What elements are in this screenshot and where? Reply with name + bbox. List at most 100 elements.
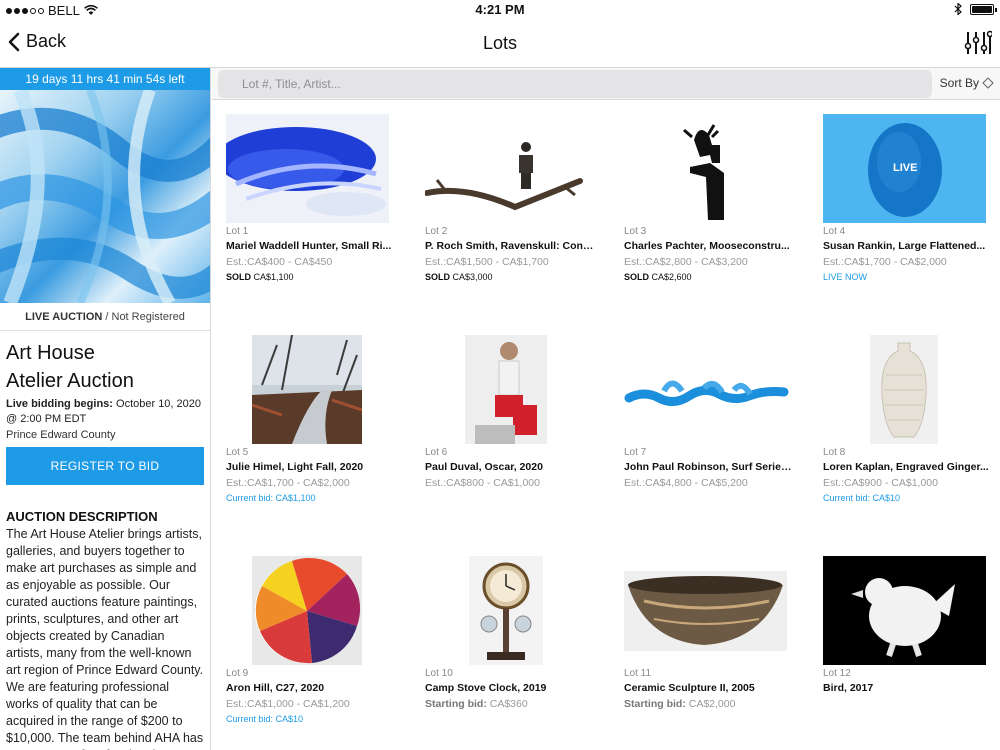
lot-title: John Paul Robinson, Surf Series...: [624, 461, 794, 473]
lot-thumbnail: [823, 556, 986, 665]
lot-thumbnail: [624, 556, 794, 666]
lot-thumbnail: [425, 556, 595, 666]
auction-title: Art House Atelier Auction: [0, 331, 210, 395]
lot-title: Camp Stove Clock, 2019: [425, 682, 547, 694]
lot-status-label: Current bid:: [226, 714, 274, 724]
lot-estimate: Est.:CA$1,700 - CA$2,000: [226, 477, 350, 489]
auction-location: Prince Edward County: [6, 429, 116, 441]
lot-number: Lot 10: [425, 668, 453, 679]
lot-status: LIVE NOW: [823, 272, 867, 282]
filter-sliders-icon[interactable]: [964, 28, 992, 58]
search-bar: Sort By: [212, 68, 1000, 100]
auction-title-line2: Atelier Auction: [6, 370, 134, 392]
register-to-bid-button[interactable]: REGISTER TO BID: [6, 447, 204, 485]
lot-status-label: Current bid:: [823, 493, 871, 503]
bidding-begins: Live bidding begins: October 10, 2020 @ …: [0, 395, 210, 427]
lot-number: Lot 7: [624, 447, 647, 458]
lot-thumbnail: [226, 114, 389, 223]
lot-estimate: Est.:CA$1,500 - CA$1,700: [425, 256, 549, 268]
lot-status-label: Current bid:: [226, 493, 274, 503]
lot-title: Julie Himel, Light Fall, 2020: [226, 461, 364, 473]
live-overlay-label: LIVE: [893, 162, 918, 174]
bluetooth-icon: [954, 3, 962, 15]
lot-estimate: Est.:CA$2,800 - CA$3,200: [624, 256, 748, 268]
lot-number: Lot 9: [226, 668, 249, 679]
lot-estimate: Est.:CA$800 - CA$1,000: [425, 477, 540, 489]
lot-status-label: SOLD: [226, 272, 252, 282]
status-bar: BELL 4:21 PM: [0, 0, 1000, 20]
lot-status-label: SOLD: [425, 272, 451, 282]
lot-title: Bird, 2017: [823, 682, 874, 694]
lot-thumbnail: [425, 114, 595, 224]
lot-number: Lot 1: [226, 226, 249, 237]
lot-thumbnail: [624, 114, 794, 224]
lot-number: Lot 12: [823, 668, 851, 679]
lot-status-value: CA$1,100: [273, 493, 316, 503]
lot-thumbnail: [823, 335, 993, 445]
lot-estimate: Est.:CA$4,800 - CA$5,200: [624, 477, 748, 489]
description-body: The Art House Atelier brings artists, ga…: [6, 527, 204, 750]
lot-title: Aron Hill, C27, 2020: [226, 682, 325, 694]
lot-status: SOLD CA$2,600: [624, 272, 692, 282]
lot-number: Lot 3: [624, 226, 647, 237]
lot-status-label: LIVE NOW: [823, 272, 868, 282]
starting-bid-value: CA$360: [486, 698, 528, 710]
lot-thumbnail: [226, 335, 396, 445]
lot-status-value: CA$10: [870, 493, 901, 503]
lot-number: Lot 4: [823, 226, 846, 237]
auction-title-line1: Art House: [6, 342, 95, 364]
auction-status: LIVE AUCTION / Not Registered: [0, 303, 210, 331]
battery-icon: [970, 3, 997, 15]
lots-grid: Lot 1 Mariel Waddell Hunter, Small Ri...…: [212, 101, 1000, 750]
lot-number: Lot 2: [425, 226, 448, 237]
page-title: Lots: [482, 33, 518, 53]
starting-bid-label: Starting bid:: [425, 698, 487, 710]
lot-estimate: Est.:CA$1,000 - CA$1,200: [226, 698, 350, 710]
starting-bid-value: CA$2,000: [685, 698, 736, 710]
lot-status: SOLD CA$1,100: [226, 272, 294, 282]
lot-status: Current bid: CA$10: [226, 714, 303, 724]
lot-status: Current bid: CA$1,100: [226, 493, 316, 503]
bidding-begins-label: Live bidding begins:: [6, 398, 113, 410]
description-heading: AUCTION DESCRIPTION: [6, 509, 158, 524]
auction-hero-image: [0, 90, 210, 303]
lot-status: Current bid: CA$10: [823, 493, 900, 503]
lot-thumbnail: [226, 556, 396, 666]
lot-number: Lot 11: [624, 668, 652, 679]
lot-thumbnail: LIVE: [823, 114, 986, 223]
lot-status-value: CA$3,000: [450, 272, 493, 282]
lot-estimate: Est.:CA$900 - CA$1,000: [823, 477, 938, 489]
lot-status-value: CA$10: [273, 714, 304, 724]
sort-diamond-icon: [982, 77, 994, 89]
lot-estimate: Est.:CA$1,700 - CA$2,000: [823, 256, 947, 268]
lot-number: Lot 5: [226, 447, 249, 458]
countdown-timer: 19 days 11 hrs 41 min 54s left: [0, 68, 210, 90]
lot-status: SOLD CA$3,000: [425, 272, 493, 282]
lot-thumbnail: [425, 335, 595, 445]
lot-number: Lot 6: [425, 447, 448, 458]
clock-time: 4:21 PM: [475, 2, 525, 17]
lot-title: Charles Pachter, Mooseconstru...: [624, 240, 790, 252]
lot-title: P. Roch Smith, Ravenskull: Cont...: [425, 240, 595, 252]
lot-status-value: CA$1,100: [251, 272, 294, 282]
live-auction-label: LIVE AUCTION: [25, 311, 103, 323]
search-input[interactable]: [218, 70, 932, 98]
lot-title: Loren Kaplan, Engraved Ginger...: [823, 461, 989, 473]
lot-title: Mariel Waddell Hunter, Small Ri...: [226, 240, 392, 252]
sort-by-label: Sort By: [939, 76, 979, 90]
lot-status-value: CA$2,600: [649, 272, 692, 282]
lot-estimate: Est.:CA$400 - CA$450: [226, 256, 333, 268]
lot-title: Ceramic Sculpture II, 2005: [624, 682, 755, 694]
nav-bar: Back Lots: [0, 20, 1000, 68]
lot-title: Paul Duval, Oscar, 2020: [425, 461, 543, 473]
auction-sidebar: 19 days 11 hrs 41 min 54s left LIVE AUCT…: [0, 68, 211, 750]
lot-thumbnail: [624, 335, 794, 445]
registration-status: / Not Registered: [102, 311, 185, 323]
lot-title: Susan Rankin, Large Flattened...: [823, 240, 986, 252]
lot-number: Lot 8: [823, 447, 846, 458]
lot-estimate: Starting bid: CA$2,000: [624, 698, 735, 710]
sort-by-button[interactable]: Sort By: [940, 76, 994, 90]
starting-bid-label: Starting bid:: [624, 698, 686, 710]
lot-estimate: Starting bid: CA$360: [425, 698, 528, 710]
lot-status-label: SOLD: [624, 272, 650, 282]
